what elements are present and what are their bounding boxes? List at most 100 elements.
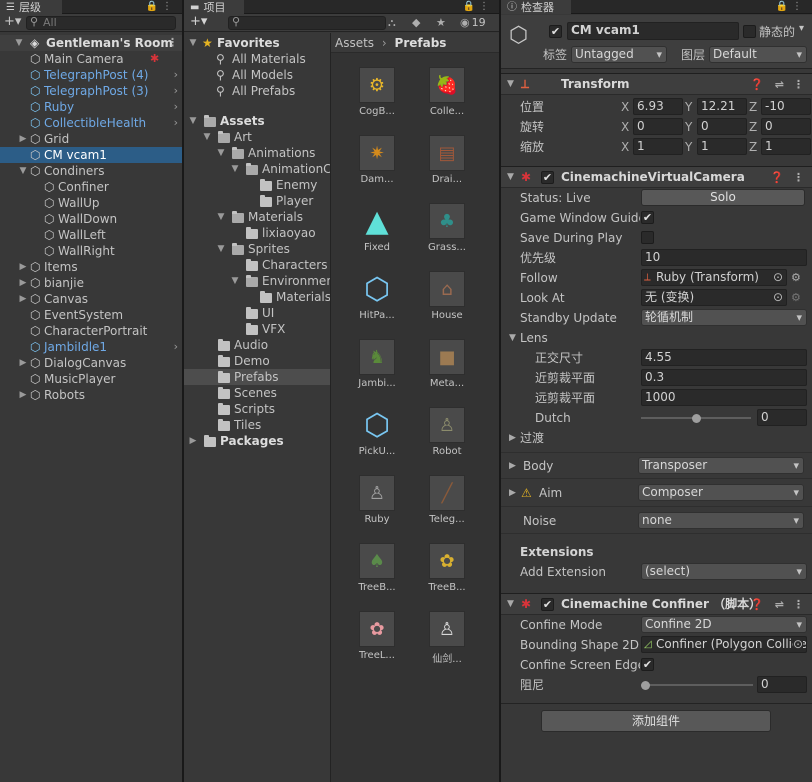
transform-header[interactable]: ▼ ⟂ Transform ❓ ⇌ ⋮ — [501, 73, 812, 95]
prefab-tile[interactable]: ■ Meta... — [417, 339, 477, 389]
gear-icon[interactable]: ⚙ — [791, 268, 801, 288]
expand-arrow-icon[interactable]: ▶ — [18, 275, 28, 291]
chevron-right-icon[interactable]: › — [174, 339, 178, 355]
folder-item[interactable]: ▼ Art — [184, 129, 330, 145]
folder-item[interactable]: ▼ Environment — [184, 273, 339, 289]
expand-arrow-icon[interactable]: ▶ — [18, 291, 28, 307]
hierarchy-item[interactable]: ⬡ CharacterPortrait — [0, 323, 182, 339]
vcam-enabled-checkbox[interactable]: ✔ — [541, 171, 554, 184]
vcam-header[interactable]: ▼ ✱ ✔ CinemachineVirtualCamera ❓ ⋮ — [501, 166, 812, 188]
expand-arrow-icon[interactable]: ▼ — [230, 161, 240, 177]
folder-item[interactable]: Enemy — [184, 177, 330, 193]
prefab-tile[interactable]: ⌂ House — [417, 271, 477, 321]
hierarchy-item[interactable]: ⬡ CollectibleHealth › — [0, 115, 182, 131]
transform-z-input[interactable]: 0 — [761, 118, 811, 135]
component-menu-icon[interactable]: ⋮ — [793, 74, 804, 95]
add-component-button[interactable]: 添加组件 — [541, 710, 771, 732]
prefab-tile[interactable]: ♙ Robot — [417, 407, 477, 457]
breadcrumb-assets[interactable]: Assets — [335, 36, 374, 50]
folder-item[interactable]: Prefabs — [184, 369, 330, 385]
folder-item[interactable]: Audio — [184, 337, 330, 353]
prefab-tile[interactable]: ✿ TreeB... — [417, 543, 477, 593]
dutch-input[interactable]: 0 — [757, 409, 807, 426]
prefab-tile[interactable]: ♙ 仙剑... — [417, 611, 477, 665]
help-icon[interactable]: ❓ — [770, 167, 784, 188]
tab-project[interactable]: ▬ 项目 — [184, 0, 244, 14]
component-menu-icon[interactable]: ⋮ — [793, 167, 804, 188]
bounding-shape-field[interactable]: ◿ Confiner (Polygon Collider ⊙ — [641, 636, 807, 653]
standby-update-dropdown[interactable]: 轮循机制 — [641, 309, 807, 326]
transform-x-input[interactable]: 1 — [633, 138, 683, 155]
favorite-item[interactable]: ⚲ All Prefabs — [184, 83, 330, 99]
presets-icon[interactable]: ⇌ — [775, 74, 784, 95]
hierarchy-item[interactable]: ▼ ⬡ Condiners — [0, 163, 182, 179]
gear-icon[interactable]: ⚙ — [791, 288, 801, 308]
prefab-tile[interactable]: ♣ Grass... — [417, 203, 477, 253]
aim-dropdown[interactable]: Composer — [638, 484, 804, 501]
expand-arrow-icon[interactable]: ▼ — [507, 74, 514, 95]
expand-arrow-icon[interactable]: ▼ — [202, 129, 212, 145]
confiner-header[interactable]: ▼ ✱ ✔ Cinemachine Confiner （脚本） ❓ ⇌ ⋮ — [501, 593, 812, 615]
expand-arrow-icon[interactable]: ▼ — [507, 167, 514, 188]
tab-inspector[interactable]: ⓘ 检查器 — [501, 0, 571, 14]
hierarchy-item[interactable]: ⬡ TelegraphPost (3) › — [0, 83, 182, 99]
folder-item[interactable]: Scripts — [184, 401, 330, 417]
noise-dropdown[interactable]: none — [638, 512, 804, 529]
hierarchy-item[interactable]: ⬡ TelegraphPost (4) › — [0, 67, 182, 83]
hierarchy-item[interactable]: ⬡ WallRight — [0, 243, 182, 259]
hierarchy-item[interactable]: ⬡ WallDown — [0, 211, 182, 227]
project-search-input[interactable]: ⚲ — [228, 16, 386, 30]
chevron-right-icon[interactable]: › — [174, 99, 178, 115]
tag-dropdown[interactable]: Untagged — [571, 46, 667, 63]
hierarchy-item[interactable]: ⬡ JambiIdle1 › — [0, 339, 182, 355]
expand-arrow-icon[interactable]: ▶ — [509, 483, 516, 503]
expand-arrow-icon[interactable]: ▼ — [216, 209, 226, 225]
project-add-button[interactable]: +▾ — [190, 14, 207, 29]
folder-item[interactable]: ▼ Sprites — [184, 241, 330, 257]
object-name-field[interactable]: CM vcam1 — [567, 22, 739, 40]
object-picker-icon[interactable]: ⊙ — [773, 270, 783, 285]
prefab-tile[interactable]: ⬡ PickU... — [347, 407, 407, 458]
prefab-tile[interactable]: ✷ Dam... — [347, 135, 407, 185]
active-checkbox[interactable]: ✔ — [549, 25, 562, 38]
scene-menu-icon[interactable]: ⋮ — [167, 35, 178, 51]
ortho-size-input[interactable]: 4.55 — [641, 349, 807, 366]
confiner-enabled-checkbox[interactable]: ✔ — [541, 598, 554, 611]
prefab-tile[interactable]: ♞ Jambi... — [347, 339, 407, 389]
expand-arrow-icon[interactable]: ▶ — [18, 131, 28, 147]
far-clip-input[interactable]: 1000 — [641, 389, 807, 406]
solo-button[interactable]: Solo — [641, 189, 805, 206]
object-picker-icon[interactable]: ⊙ — [773, 290, 783, 305]
favorite-star-icon[interactable]: ★ — [436, 16, 446, 29]
transform-y-input[interactable]: 1 — [697, 138, 747, 155]
hierarchy-window-icons[interactable]: 🔒⋮ — [146, 0, 176, 13]
dutch-slider-handle[interactable] — [692, 414, 701, 423]
chevron-right-icon[interactable]: › — [174, 83, 178, 99]
expand-arrow-icon[interactable]: ▶ — [188, 433, 198, 449]
folder-item[interactable]: ▼ AnimationClips — [184, 161, 353, 177]
filter-by-type-icon[interactable]: ⛬ — [388, 16, 396, 30]
hierarchy-item[interactable]: ▶ ⬡ Grid — [0, 131, 182, 147]
folder-item[interactable]: Demo — [184, 353, 330, 369]
expand-arrow-icon[interactable]: ▶ — [18, 355, 28, 371]
transform-x-input[interactable]: 0 — [633, 118, 683, 135]
damping-slider-handle[interactable] — [641, 681, 650, 690]
body-dropdown[interactable]: Transposer — [638, 457, 804, 474]
hierarchy-item[interactable]: ⬡ EventSystem — [0, 307, 182, 323]
lookat-field[interactable]: 无 (变换) ⊙ — [641, 289, 787, 306]
folder-item[interactable]: ▼ Assets — [184, 113, 330, 129]
transform-x-input[interactable]: 6.93 — [633, 98, 683, 115]
hierarchy-item[interactable]: ⬡ Main Camera ✱ — [0, 51, 182, 67]
expand-arrow-icon[interactable]: ▼ — [18, 163, 28, 179]
transform-z-input[interactable]: 1 — [761, 138, 811, 155]
static-checkbox[interactable] — [743, 25, 756, 38]
favorite-item[interactable]: ⚲ All Materials — [184, 51, 330, 67]
folder-item[interactable]: Player — [184, 193, 330, 209]
confine-mode-dropdown[interactable]: Confine 2D — [641, 616, 807, 633]
help-icon[interactable]: ❓ — [750, 594, 764, 615]
hierarchy-item[interactable]: ▶ ⬡ Robots — [0, 387, 182, 403]
project-window-icons[interactable]: 🔒⋮ — [463, 0, 493, 13]
prefab-tile[interactable]: ▲ Fixed — [347, 203, 407, 254]
save-during-play-checkbox[interactable] — [641, 231, 654, 244]
damping-input[interactable]: 0 — [757, 676, 807, 693]
